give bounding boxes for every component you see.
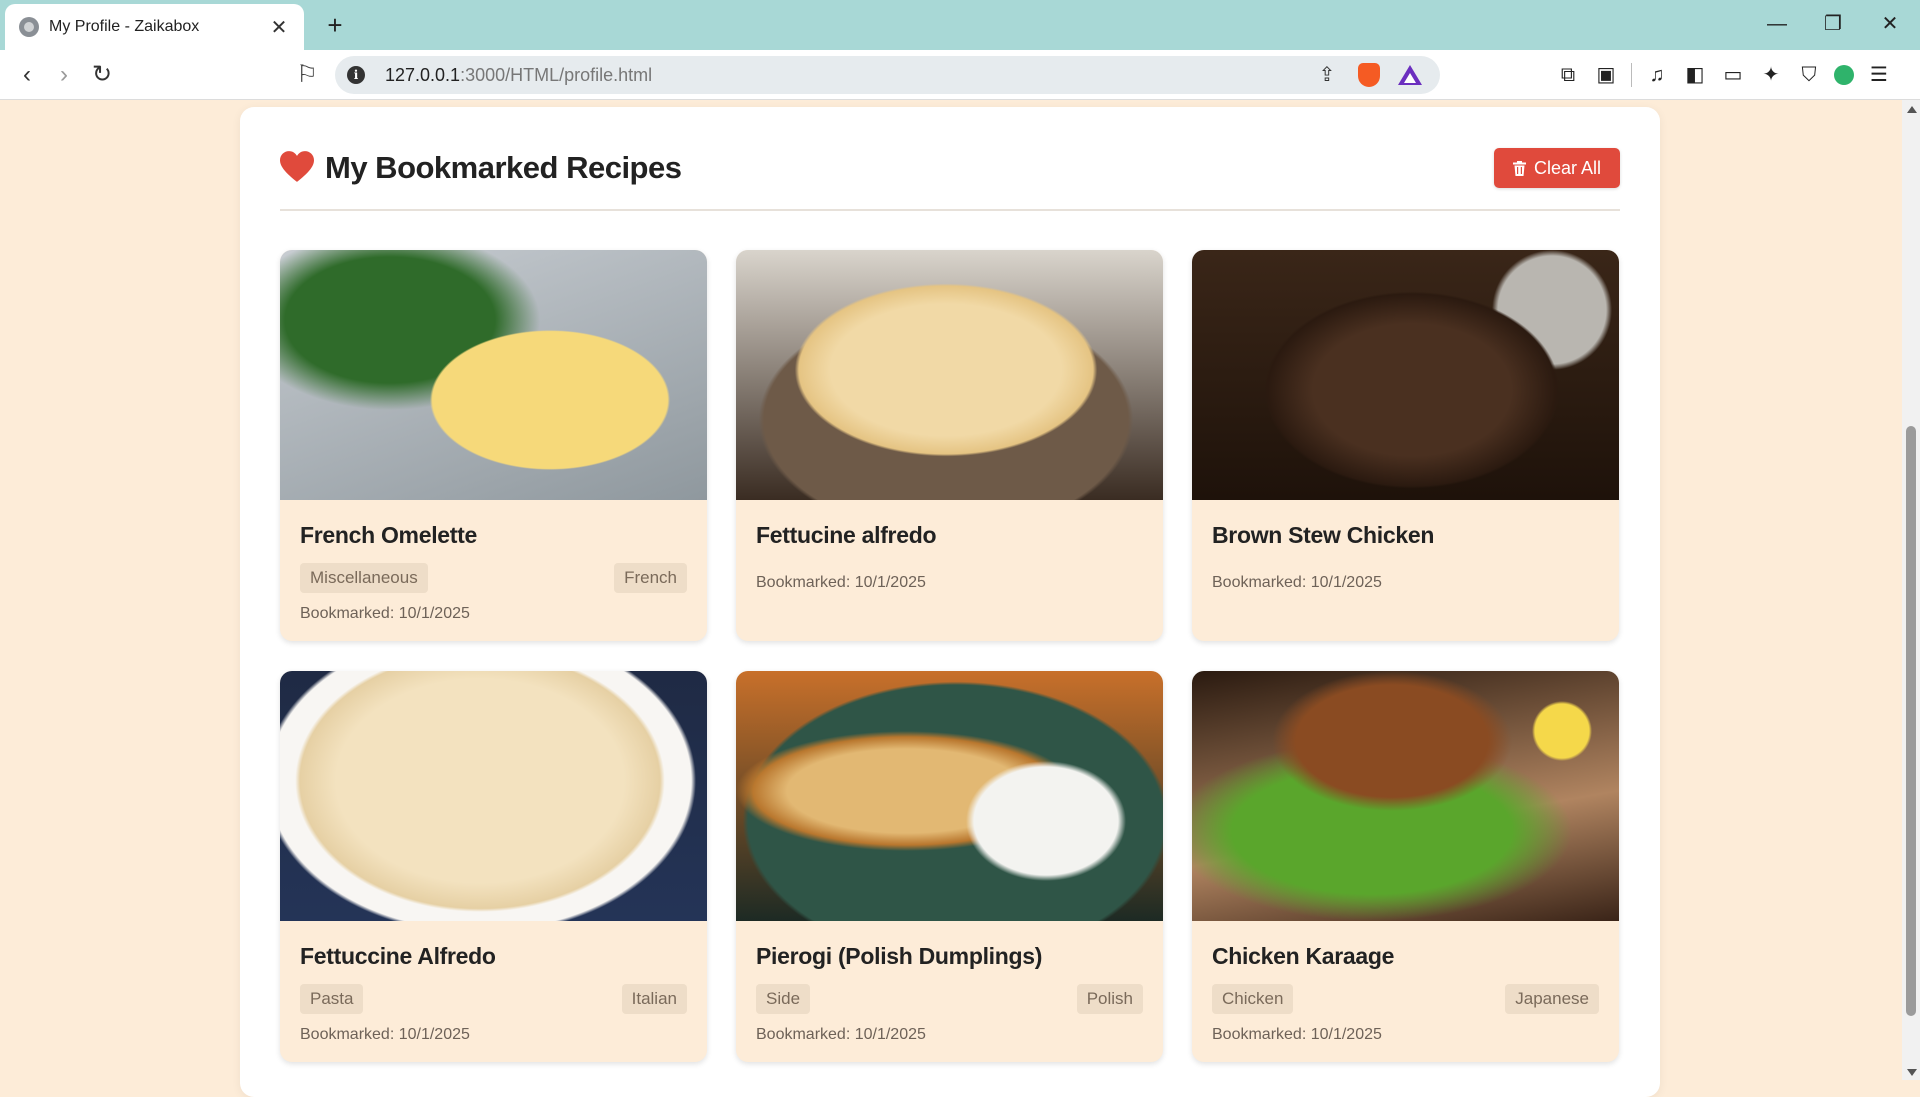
recipe-title[interactable]: Pierogi (Polish Dumplings) <box>756 943 1042 970</box>
scroll-down-arrow[interactable] <box>1907 1069 1917 1076</box>
bookmarked-date: Bookmarked: 10/1/2025 <box>1212 1026 1382 1043</box>
browser-tab[interactable]: My Profile - Zaikabox ✕ <box>5 4 304 50</box>
menu-icon[interactable]: ☰ <box>1866 60 1892 90</box>
page-title: My Bookmarked Recipes <box>325 150 682 185</box>
trash-icon <box>1512 160 1526 176</box>
leo-ai-icon[interactable]: ✦ <box>1758 60 1784 90</box>
recipe-card[interactable]: French Omelette Miscellaneous French Boo… <box>280 250 707 641</box>
new-tab-button[interactable]: + <box>320 10 350 40</box>
recipe-card[interactable]: Pierogi (Polish Dumplings) Side Polish B… <box>736 671 1163 1062</box>
restore-button[interactable]: ❐ <box>1813 10 1853 38</box>
music-icon[interactable]: ♫ <box>1644 60 1670 90</box>
recipe-image[interactable] <box>280 250 707 500</box>
recipe-image[interactable] <box>736 250 1163 500</box>
bookmarked-date: Bookmarked: 10/1/2025 <box>300 1026 470 1043</box>
recipe-title[interactable]: Brown Stew Chicken <box>1212 522 1434 549</box>
browser-tab-bar: My Profile - Zaikabox ✕ + — ❐ ✕ <box>0 0 1920 50</box>
bookmarks-header: My Bookmarked Recipes Clear All <box>280 147 1620 211</box>
category-tag: Miscellaneous <box>300 563 428 593</box>
profile-extension-icon[interactable] <box>1834 65 1854 85</box>
bookmarked-date: Bookmarked: 10/1/2025 <box>1212 574 1382 591</box>
browser-toolbar: ‹ › ↻ ⚐ i 127.0.0.1:3000/HTML/profile.ht… <box>0 50 1920 100</box>
bookmarked-date: Bookmarked: 10/1/2025 <box>756 1026 926 1043</box>
recipe-image[interactable] <box>1192 671 1619 921</box>
recipe-title[interactable]: Fettuccine Alfredo <box>300 943 496 970</box>
back-button[interactable]: ‹ <box>10 60 44 90</box>
recipe-title[interactable]: Fettucine alfredo <box>756 522 937 549</box>
scrollbar-thumb[interactable] <box>1906 426 1916 1016</box>
area-tag: Italian <box>621 984 687 1014</box>
recipe-tags: Chicken Japanese <box>1212 984 1599 1014</box>
close-tab-icon[interactable]: ✕ <box>268 15 290 40</box>
category-tag: Side <box>756 984 811 1014</box>
brave-rewards-icon[interactable] <box>1398 65 1422 85</box>
area-tag: Japanese <box>1505 984 1599 1014</box>
recipe-title[interactable]: Chicken Karaage <box>1212 943 1394 970</box>
heart-icon <box>280 151 314 182</box>
minimize-button[interactable]: — <box>1757 10 1797 38</box>
url-host: 127.0.0.1 <box>385 64 461 85</box>
clear-all-button[interactable]: Clear All <box>1494 148 1620 188</box>
scroll-up-arrow[interactable] <box>1907 106 1917 113</box>
recipe-card[interactable]: Fettuccine Alfredo Pasta Italian Bookmar… <box>280 671 707 1062</box>
page-scrollbar[interactable] <box>1902 100 1920 1080</box>
globe-icon <box>19 17 39 37</box>
recipe-image[interactable] <box>280 671 707 921</box>
toolbar-separator <box>1631 63 1632 87</box>
extensions-icon[interactable]: ⧉ <box>1555 60 1581 90</box>
reader-mode-icon[interactable]: ▣ <box>1593 60 1619 90</box>
recipe-grid: French Omelette Miscellaneous French Boo… <box>280 250 1620 1062</box>
url-path: :3000/HTML/profile.html <box>460 64 653 85</box>
category-tag: Chicken <box>1212 984 1294 1014</box>
bookmarked-date: Bookmarked: 10/1/2025 <box>300 605 470 622</box>
wallet-icon[interactable]: ▭ <box>1720 60 1746 90</box>
clear-all-label: Clear All <box>1533 157 1602 178</box>
recipe-tags: Pasta Italian <box>300 984 687 1014</box>
site-info-icon[interactable]: i <box>347 66 365 84</box>
sidebar-icon[interactable]: ◧ <box>1682 60 1708 90</box>
recipe-image[interactable] <box>736 671 1163 921</box>
area-tag: French <box>614 563 687 593</box>
recipe-title[interactable]: French Omelette <box>300 522 477 549</box>
vpn-shield-icon[interactable]: ⛉ <box>1796 60 1822 90</box>
brave-shields-icon[interactable] <box>1358 63 1380 87</box>
recipe-tags: Miscellaneous French <box>300 563 687 593</box>
area-tag: Polish <box>1076 984 1143 1014</box>
recipe-tags: Side Polish <box>756 984 1143 1014</box>
recipe-card[interactable]: Fettucine alfredo Bookmarked: 10/1/2025 <box>736 250 1163 641</box>
recipe-card[interactable]: Chicken Karaage Chicken Japanese Bookmar… <box>1192 671 1619 1062</box>
recipe-image[interactable] <box>1192 250 1619 500</box>
reload-button[interactable]: ↻ <box>85 60 119 90</box>
share-icon[interactable]: ⇪ <box>1314 62 1340 88</box>
category-tag: Pasta <box>300 984 364 1014</box>
url-text[interactable]: 127.0.0.1:3000/HTML/profile.html <box>385 65 1314 86</box>
recipe-card[interactable]: Brown Stew Chicken Bookmarked: 10/1/2025 <box>1192 250 1619 641</box>
tab-title: My Profile - Zaikabox <box>49 18 200 35</box>
bookmarks-panel: My Bookmarked Recipes Clear All French O… <box>240 107 1660 1097</box>
close-window-button[interactable]: ✕ <box>1870 10 1910 38</box>
bookmarked-date: Bookmarked: 10/1/2025 <box>756 574 926 591</box>
bookmark-icon[interactable]: ⚐ <box>290 60 324 90</box>
forward-button[interactable]: › <box>47 60 81 90</box>
address-bar[interactable]: i 127.0.0.1:3000/HTML/profile.html ⇪ <box>335 56 1440 94</box>
